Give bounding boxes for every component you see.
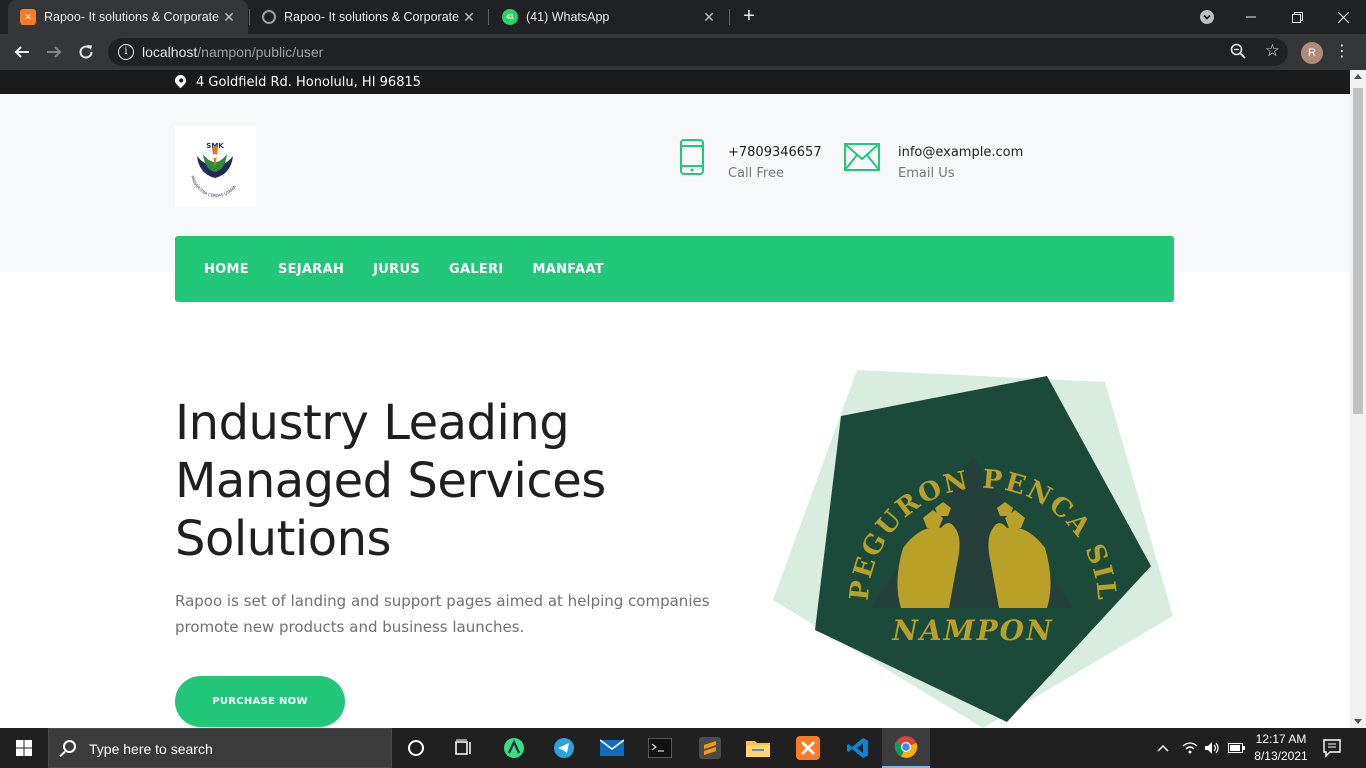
back-button[interactable] (8, 38, 36, 66)
email-label: Email Us (898, 166, 955, 181)
phone-icon (680, 139, 704, 175)
logo-motto: MAHAPUTRA CERDAS UTAMA (190, 175, 237, 198)
bookmark-star-icon[interactable]: ☆ (1265, 41, 1280, 61)
url-text[interactable]: localhost/nampon/public/user (142, 44, 323, 60)
windows-taskbar: Type here to search 12:17 AM 8/13/2021 (0, 728, 1366, 768)
clock-date: 8/13/2021 (1254, 749, 1308, 763)
profile-avatar[interactable]: R (1301, 42, 1323, 64)
close-tab-icon[interactable]: ✕ (220, 9, 238, 26)
tab-separator (729, 9, 730, 25)
page-viewport: 4 Goldfield Rd. Honolulu, HI 96815 SMK M… (0, 70, 1350, 728)
tab-search-button[interactable] (1184, 0, 1230, 34)
tab-title: Rapoo- It solutions & Corporate (44, 10, 220, 24)
wifi-icon[interactable] (1182, 728, 1198, 768)
file-explorer-icon[interactable] (734, 728, 782, 768)
globe-icon (262, 10, 276, 24)
battery-icon[interactable] (1228, 728, 1246, 768)
browser-tab-2[interactable]: Rapoo- It solutions & Corporate ✕ (250, 0, 488, 34)
page-scrollbar[interactable] (1350, 70, 1366, 728)
browser-tab-strip: ✕ Rapoo- It solutions & Corporate ✕ Rapo… (0, 0, 1366, 34)
email-contact[interactable]: info@example.com Email Us (898, 145, 1023, 181)
email-contact-icon-wrap (843, 142, 881, 176)
purchase-now-button[interactable]: PURCHASE NOW (175, 676, 345, 727)
forward-button[interactable] (40, 38, 68, 66)
task-view-icon[interactable] (440, 728, 488, 768)
hero-description: Rapoo is set of landing and support page… (175, 592, 710, 636)
start-button[interactable] (0, 728, 48, 768)
windows-logo-icon (16, 740, 32, 756)
browser-tab-3[interactable]: 41 (41) WhatsApp ✕ (490, 0, 728, 34)
system-clock[interactable]: 12:17 AM 8/13/2021 (1248, 731, 1314, 765)
browser-toolbar: i localhost/nampon/public/user ☆ R ⋮ (0, 34, 1366, 70)
phone-contact[interactable]: +7809346657 Call Free (728, 145, 822, 181)
phone-label: Call Free (728, 166, 784, 181)
tab-title: (41) WhatsApp (526, 10, 610, 24)
envelope-icon (844, 143, 880, 171)
site-logo[interactable]: SMK MAHAPUTRA CERDAS UTAMA (175, 126, 256, 207)
nav-sejarah[interactable]: SEJARAH (278, 262, 344, 277)
nav-home[interactable]: HOME (204, 262, 249, 277)
terminal-icon[interactable] (636, 728, 684, 768)
nav-galeri[interactable]: GALERI (449, 262, 504, 277)
close-tab-icon[interactable]: ✕ (460, 9, 478, 26)
vscode-icon[interactable] (834, 728, 882, 768)
search-placeholder: Type here to search (89, 741, 213, 757)
tab-separator (488, 9, 489, 25)
nav-manfaat[interactable]: MANFAAT (533, 262, 604, 277)
hero-emblem-image: PEGURON PENCA SILAT NAMPON (762, 345, 1175, 728)
emblem-bottom-text: NAMPON (891, 614, 1053, 647)
sublime-text-icon[interactable] (686, 728, 734, 768)
taskbar-search-box[interactable]: Type here to search (48, 728, 392, 768)
location-pin-icon (172, 72, 189, 89)
tab-title: Rapoo- It solutions & Corporate (284, 10, 460, 24)
svg-text:MAHAPUTRA CERDAS UTAMA: MAHAPUTRA CERDAS UTAMA (190, 175, 237, 198)
volume-icon[interactable] (1204, 728, 1220, 768)
search-icon (63, 740, 76, 753)
phone-contact-icon-wrap (678, 138, 706, 180)
zoom-icon[interactable] (1230, 43, 1248, 61)
close-window-button[interactable] (1320, 0, 1366, 34)
restore-window-button[interactable] (1274, 0, 1320, 34)
new-tab-button[interactable]: + (738, 5, 760, 29)
minimize-window-button[interactable] (1228, 0, 1274, 34)
main-navbar: HOME SEJARAH JURUS GALERI MANFAAT (175, 236, 1174, 302)
site-info-icon[interactable]: i (118, 44, 134, 60)
scroll-down-arrow-icon[interactable] (1354, 719, 1362, 724)
address-text: 4 Goldfield Rd. Honolulu, HI 96815 (196, 75, 422, 90)
chrome-taskbar-icon[interactable] (882, 728, 930, 768)
whatsapp-icon: 41 (502, 9, 518, 25)
hero-title: Industry Leading Managed Services Soluti… (175, 395, 606, 567)
nav-jurus[interactable]: JURUS (373, 262, 420, 277)
close-tab-icon[interactable]: ✕ (700, 9, 718, 26)
chrome-menu-icon[interactable]: ⋮ (1334, 42, 1350, 62)
xampp-icon[interactable] (784, 728, 832, 768)
reload-button[interactable] (72, 38, 100, 66)
address-bar[interactable]: i localhost/nampon/public/user ☆ (108, 38, 1288, 66)
top-info-bar: 4 Goldfield Rd. Honolulu, HI 96815 (0, 70, 1350, 94)
email-address[interactable]: info@example.com (898, 145, 1023, 160)
notifications-icon[interactable] (1322, 738, 1342, 758)
scrollbar-thumb[interactable] (1353, 88, 1363, 414)
phone-number[interactable]: +7809346657 (728, 145, 822, 160)
show-hidden-icons-button[interactable] (1156, 728, 1170, 768)
telegram-icon[interactable] (540, 728, 588, 768)
mail-icon[interactable] (588, 728, 636, 768)
scroll-up-arrow-icon[interactable] (1354, 74, 1362, 79)
android-studio-icon[interactable] (490, 728, 538, 768)
clock-time: 12:17 AM (1255, 732, 1307, 746)
browser-tab-1[interactable]: ✕ Rapoo- It solutions & Corporate ✕ (8, 0, 248, 34)
xampp-icon: ✕ (20, 9, 36, 25)
cortana-icon[interactable] (392, 728, 440, 768)
